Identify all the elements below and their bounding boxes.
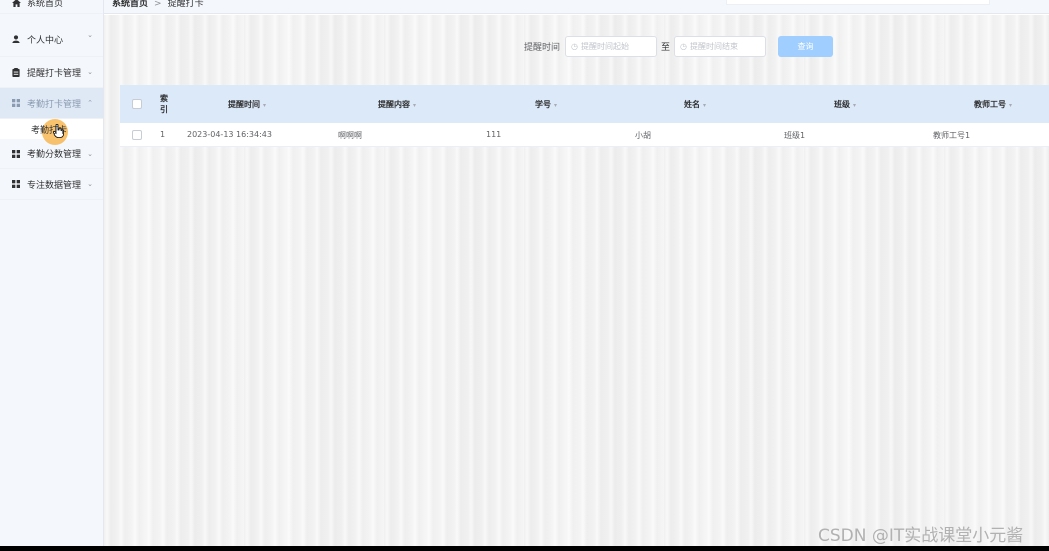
sidebar-item-home[interactable]: 系统首页 [0, 0, 103, 14]
clipboard-icon [10, 67, 22, 77]
grid-icon [10, 99, 22, 107]
end-date-input[interactable]: ◷ 提醒时间结束 [674, 35, 767, 57]
search-form: 提醒时间 ◷ 提醒时间起始 至 ◷ 提醒时间结束 查询 [524, 35, 834, 57]
query-button[interactable]: 查询 [778, 35, 834, 57]
start-date-input[interactable]: ◷ 提醒时间起始 [565, 35, 658, 57]
clock-icon: ◷ [571, 41, 578, 51]
chevron-down-icon: ⌄ [87, 149, 93, 158]
column-header-name[interactable]: 姓名 ▾ [684, 99, 706, 110]
sidebar-item-focus-data[interactable]: 专注数据管理 ⌄ [0, 169, 103, 200]
chevron-down-icon: ⌄ [87, 31, 93, 39]
bottom-bar [0, 546, 1049, 551]
cell-index: 1 [160, 130, 166, 139]
user-icon [10, 35, 22, 43]
column-header-student-id[interactable]: 学号 ▾ [535, 99, 557, 110]
top-bar: 系统首页 > 提醒打卡 [104, 0, 1049, 14]
sidebar-item-label: 专注数据管理 [27, 180, 82, 191]
top-bar-field [726, 0, 990, 5]
sort-icon[interactable]: ▾ [703, 102, 706, 109]
sort-icon[interactable]: ▾ [413, 102, 416, 109]
main-content: 提醒时间 ◷ 提醒时间起始 至 ◷ 提醒时间结束 查询 索引 提醒时间 ▾ 提醒内… [104, 15, 1049, 546]
cell-teacher-id: 教师工号1 [933, 131, 971, 140]
breadcrumb: 系统首页 > 提醒打卡 [112, 0, 204, 9]
cell-class: 班级1 [784, 131, 806, 140]
column-header-reminder-time[interactable]: 提醒时间 ▾ [228, 99, 266, 110]
breadcrumb-home[interactable]: 系统首页 [112, 0, 148, 9]
column-header-index[interactable]: 索引 [160, 93, 172, 115]
chevron-down-icon: ⌄ [87, 180, 93, 188]
sidebar-item-label: 个人中心 [27, 35, 64, 46]
table-header: 索引 提醒时间 ▾ 提醒内容 ▾ 学号 ▾ 姓名 ▾ 班级 ▾ 教师工号 ▾ [120, 85, 1049, 123]
grid-icon [10, 180, 22, 188]
sidebar-item-attendance-score[interactable]: 考勤分数管理 ⌄ [0, 139, 103, 169]
sidebar-item-label: 考勤分数管理 [27, 150, 82, 160]
data-table: 索引 提醒时间 ▾ 提醒内容 ▾ 学号 ▾ 姓名 ▾ 班级 ▾ 教师工号 ▾ 1 2023-… [120, 85, 1049, 147]
watermark: CSDN @IT实战课堂小元酱 [818, 526, 1024, 546]
end-date-placeholder: 提醒时间结束 [690, 41, 739, 51]
sort-icon[interactable]: ▾ [853, 102, 856, 109]
cell-student-id: 111 [486, 130, 502, 139]
reminder-time-label: 提醒时间 [524, 42, 561, 53]
start-date-placeholder: 提醒时间起始 [581, 41, 629, 51]
range-separator: 至 [661, 42, 671, 53]
sidebar-item-label: 提醒打卡管理 [27, 68, 82, 79]
column-header-teacher-id[interactable]: 教师工号 ▾ [974, 99, 1012, 110]
sidebar-subitem-label: 考勤打卡 [31, 125, 68, 136]
chevron-up-icon: ⌃ [87, 99, 93, 107]
chevron-down-icon: ⌄ [87, 68, 93, 76]
sidebar-item-label: 考勤打卡管理 [27, 99, 82, 110]
column-header-reminder-content[interactable]: 提醒内容 ▾ [378, 99, 416, 110]
select-all-checkbox[interactable] [132, 99, 142, 111]
sort-icon[interactable]: ▾ [263, 102, 266, 109]
cell-reminder-time: 2023-04-13 16:34:43 [187, 130, 272, 139]
row-checkbox[interactable] [132, 130, 142, 142]
sort-icon[interactable]: ▾ [1009, 102, 1012, 109]
sidebar-item-reminder-checkin[interactable]: 提醒打卡管理 ⌄ [0, 57, 103, 88]
clock-icon: ◷ [680, 41, 688, 51]
sidebar-subitem-attendance-checkin[interactable]: 考勤打卡 [0, 119, 103, 145]
sidebar-item-label: 系统首页 [27, 0, 64, 9]
sidebar-item-attendance-checkin[interactable]: 考勤打卡管理 ⌃ [0, 88, 103, 119]
column-header-class[interactable]: 班级 ▾ [834, 99, 856, 110]
table-row[interactable]: 1 2023-04-13 16:34:43 啊啊啊 111 小胡 班级1 教师工… [120, 123, 1049, 147]
home-icon [10, 0, 22, 7]
breadcrumb-separator: > [154, 0, 162, 9]
sort-icon[interactable]: ▾ [554, 102, 557, 109]
sidebar-item-personal-center[interactable]: 个人中心 ⌄ [0, 14, 103, 57]
cell-reminder-content: 啊啊啊 [338, 131, 362, 140]
sidebar: 系统首页 个人中心 ⌄ 提醒打卡管理 ⌄ 考勤打卡管理 ⌃ 考勤打卡 考勤分数管… [0, 0, 104, 546]
grid-icon [10, 149, 22, 158]
cell-name: 小胡 [635, 131, 651, 140]
breadcrumb-current: 提醒打卡 [167, 0, 204, 9]
